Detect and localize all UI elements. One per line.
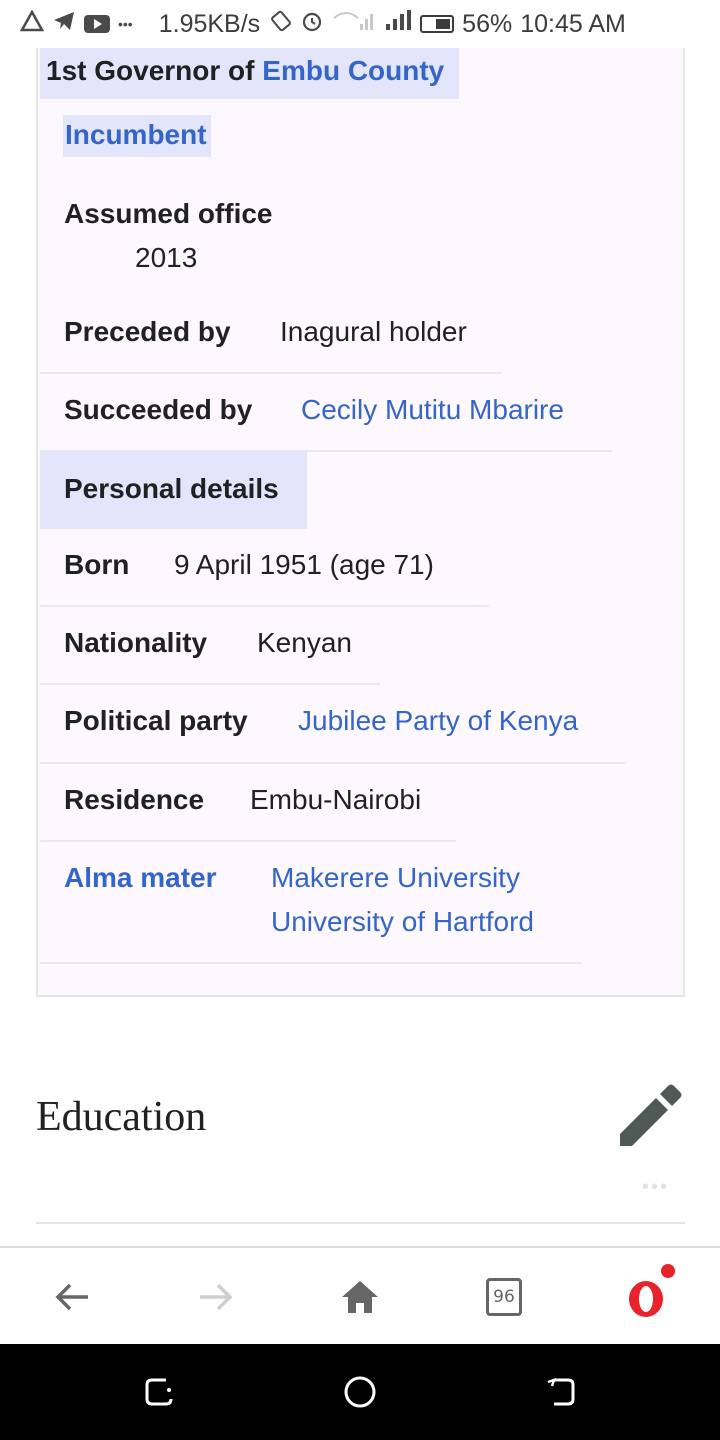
clock: 10:45 AM bbox=[520, 9, 626, 38]
recents-icon[interactable] bbox=[136, 1368, 184, 1416]
status-left-icons: ••• bbox=[0, 9, 133, 38]
pencil-icon[interactable] bbox=[610, 1076, 686, 1152]
born-value: 9 April 1951 (age 71) bbox=[174, 549, 434, 580]
home-icon[interactable] bbox=[320, 1248, 400, 1346]
cecily-mbarire-link[interactable]: Cecily Mutitu Mbarire bbox=[301, 394, 564, 426]
political-party-label: Political party bbox=[64, 705, 248, 736]
wifi-signal-icon bbox=[332, 10, 374, 38]
preceded-by-row: Preceded by Inagural holder bbox=[40, 312, 502, 374]
embu-county-link[interactable]: Embu County bbox=[262, 55, 444, 86]
personal-details-header: Personal details bbox=[40, 451, 307, 529]
succeeded-by-label: Succeeded by bbox=[64, 394, 253, 425]
home-circle-icon[interactable] bbox=[336, 1368, 384, 1416]
more-dots-icon: ••• bbox=[642, 1176, 670, 1198]
assumed-office-value: 2013 bbox=[135, 242, 198, 273]
more-notifications-icon: ••• bbox=[118, 16, 133, 32]
alarm-icon bbox=[300, 9, 324, 39]
incumbent-link[interactable]: Incumbent bbox=[63, 115, 211, 157]
opera-menu-icon[interactable] bbox=[608, 1248, 688, 1346]
university-of-hartford-link[interactable]: University of Hartford bbox=[271, 906, 534, 938]
cell-signal-icon bbox=[382, 10, 412, 38]
title-prefix: 1st Governor of bbox=[46, 55, 263, 86]
residence-row: Residence Embu-Nairobi bbox=[40, 764, 456, 842]
youtube-icon bbox=[84, 15, 110, 33]
status-right-icons: 56% 10:45 AM bbox=[270, 9, 626, 39]
warning-triangle-icon bbox=[19, 9, 45, 38]
battery-icon bbox=[420, 15, 455, 33]
alma-mater-row: Alma mater Makerere University Universit… bbox=[40, 842, 582, 964]
assumed-office-label: Assumed office bbox=[64, 198, 273, 229]
tab-count: 96 bbox=[486, 1278, 522, 1316]
nationality-row: Nationality Kenyan bbox=[40, 607, 380, 685]
battery-percent: 56% bbox=[462, 9, 513, 38]
section-divider bbox=[36, 1222, 685, 1224]
infobox: 1st Governor of Embu County Incumbent As… bbox=[36, 48, 685, 997]
rotation-lock-icon bbox=[270, 10, 292, 38]
political-party-row: Political party Jubilee Party of Kenya bbox=[40, 685, 626, 764]
nationality-value: Kenyan bbox=[257, 627, 352, 658]
back-arrow-icon[interactable] bbox=[32, 1248, 112, 1346]
born-row: Born 9 April 1951 (age 71) bbox=[40, 529, 489, 607]
infobox-title: 1st Governor of Embu County bbox=[40, 48, 459, 99]
makerere-university-link[interactable]: Makerere University bbox=[271, 862, 520, 894]
forward-arrow-icon[interactable] bbox=[176, 1248, 256, 1346]
system-nav-bar bbox=[0, 1344, 720, 1440]
status-bar: ••• 1.95KB/s 56% 10:45 AM bbox=[0, 0, 720, 48]
residence-value: Embu-Nairobi bbox=[250, 784, 422, 815]
residence-label: Residence bbox=[64, 784, 205, 815]
alma-mater-link[interactable]: Alma mater bbox=[64, 862, 217, 894]
preceded-by-value: Inagural holder bbox=[280, 316, 467, 347]
notification-dot bbox=[661, 1264, 675, 1278]
education-heading: Education bbox=[36, 1094, 207, 1140]
tabs-icon[interactable]: 96 bbox=[464, 1248, 544, 1346]
row-divider bbox=[40, 962, 582, 964]
born-label: Born bbox=[64, 549, 130, 580]
succeeded-by-row: Succeeded by Cecily Mutitu Mbarire bbox=[40, 374, 612, 452]
nationality-label: Nationality bbox=[64, 627, 208, 658]
back-icon[interactable] bbox=[536, 1368, 584, 1416]
jubilee-party-link[interactable]: Jubilee Party of Kenya bbox=[298, 705, 578, 737]
network-speed: 1.95KB/s bbox=[158, 9, 261, 38]
preceded-by-label: Preceded by bbox=[64, 316, 231, 347]
browser-toolbar: 96 bbox=[0, 1246, 720, 1344]
telegram-icon bbox=[52, 10, 76, 38]
